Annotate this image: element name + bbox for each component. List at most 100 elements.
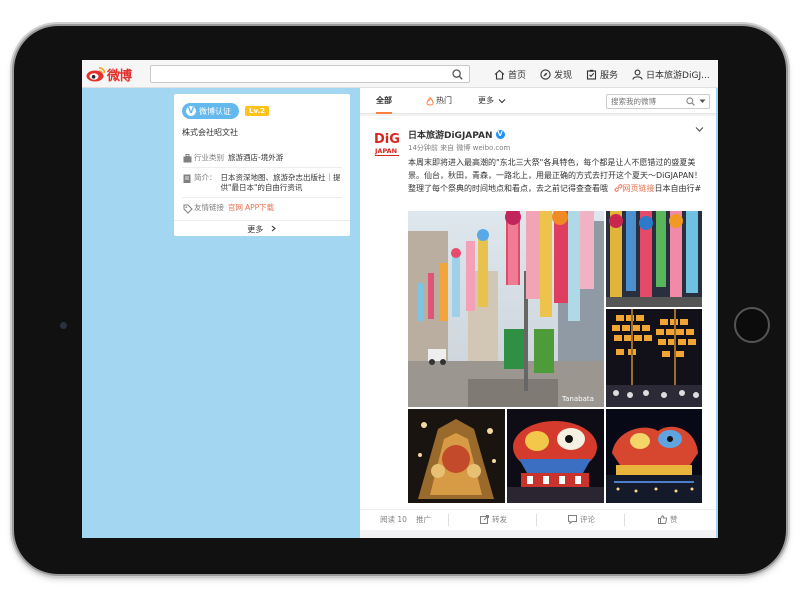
global-search xyxy=(150,65,470,83)
company-name: 株式会社昭文社 xyxy=(182,128,238,137)
top-nav-bar: 微博 首页 发现 服务 日本旅游DiGJ... xyxy=(82,60,718,88)
post-text: 本周末即将进入最高潮的"东北三大祭"各具特色，每个都是让人不愿错过的盛夏美景。仙… xyxy=(408,156,704,195)
chevron-down-icon[interactable] xyxy=(695,126,704,133)
feed-tabs: 全部 热门 更多 xyxy=(360,88,716,114)
profile-more-link[interactable]: 更多 xyxy=(174,220,350,236)
photo-caption: Tanabata xyxy=(561,395,594,403)
weibo-eye-icon xyxy=(86,67,106,82)
profile-more-label: 更多 xyxy=(247,225,264,234)
weibo-post: DiG JAPAN 日本旅游DiGJAPAN V 14分钟前 来自 微博 wei… xyxy=(360,116,716,530)
logo-text: 微博 xyxy=(107,68,132,84)
like-button[interactable]: 赞 xyxy=(658,514,678,525)
repost-label: 转发 xyxy=(492,515,507,524)
photo-fan-float[interactable] xyxy=(408,409,505,503)
post-username-text: 日本旅游DiGJAPAN xyxy=(408,131,493,141)
comment-button[interactable]: 评论 xyxy=(568,514,595,525)
post-source-prefix: 来自 xyxy=(440,144,455,152)
like-label: 赞 xyxy=(670,515,678,524)
read-count: 阅读 10 xyxy=(380,515,407,524)
home-icon xyxy=(494,69,505,80)
photo-streamers[interactable] xyxy=(606,211,702,307)
intro-value: 日本资深地图、旅游杂志出版社｜提供"最日本"的自由行资讯 xyxy=(220,173,341,192)
post-hashtag[interactable]: 日本自由行# xyxy=(655,184,702,193)
feed-column: 全部 热门 更多 搜索我的微博 DiG JAPAN 日本旅游DiGJAPAN V… xyxy=(360,88,716,538)
divider xyxy=(536,514,537,526)
verify-label: 微博认证 xyxy=(199,106,231,116)
clipboard-icon xyxy=(586,69,597,80)
tag-icon xyxy=(183,204,193,214)
verified-v-icon: V xyxy=(495,130,505,139)
comment-icon xyxy=(568,515,577,524)
nav-service-label: 服务 xyxy=(600,70,619,81)
post-action-bar: 阅读 10 推广 转发 评论 赞 xyxy=(360,509,716,530)
chevron-down-icon xyxy=(498,99,506,104)
post-meta: 14分钟前 来自 微博 weibo.com xyxy=(408,143,510,153)
verified-v-icon: V xyxy=(186,106,196,116)
level-badge[interactable]: Lv.2 xyxy=(245,106,269,116)
verify-row: V 微博认证 Lv.2 xyxy=(182,103,269,119)
photo-nebuta-night[interactable] xyxy=(606,409,702,503)
profile-info-list: 行业类别 旅游酒店-境外游 简介： 日本资深地图、旅游杂志出版社｜提供"最日本"… xyxy=(182,148,342,218)
industry-key: 行业类别 xyxy=(194,153,224,162)
repost-icon xyxy=(480,515,489,524)
avatar-text-top: DiG xyxy=(374,132,400,147)
intro-row: 简介： 日本资深地图、旅游杂志出版社｜提供"最日本"的自由行资讯 xyxy=(182,167,342,197)
flame-icon xyxy=(426,96,434,105)
divider xyxy=(624,514,625,526)
post-username[interactable]: 日本旅游DiGJAPAN V xyxy=(408,128,505,141)
industry-row: 行业类别 旅游酒店-境外游 xyxy=(182,148,342,167)
thumbs-up-icon xyxy=(658,515,667,524)
links-key: 友情链接 xyxy=(194,203,224,212)
link-icon xyxy=(614,184,622,192)
profile-info-card: V 微博认证 Lv.2 株式会社昭文社 行业类别 旅游酒店-境外游 简介： 日本… xyxy=(174,94,350,236)
tab-all[interactable]: 全部 xyxy=(376,88,392,114)
nav-user[interactable]: 日本旅游DiGJ... xyxy=(632,68,710,81)
web-link[interactable]: 网页链接 xyxy=(611,184,655,193)
promote-button[interactable]: 推广 xyxy=(416,514,431,525)
repost-button[interactable]: 转发 xyxy=(480,514,507,525)
web-link-label: 网页链接 xyxy=(622,184,655,193)
tab-hot[interactable]: 热门 xyxy=(426,88,452,114)
links-row: 友情链接 官网 APP下载 xyxy=(182,197,342,218)
divider xyxy=(448,514,449,526)
nav-home-label: 首页 xyxy=(508,70,527,81)
nav-user-label: 日本旅游DiGJ... xyxy=(646,70,710,81)
comment-label: 评论 xyxy=(580,515,595,524)
nav-discover-label: 发现 xyxy=(554,70,573,81)
app-download-link[interactable]: APP下载 xyxy=(245,203,274,213)
search-icon[interactable] xyxy=(452,69,463,80)
photo-kanto-lanterns[interactable] xyxy=(606,309,702,407)
screen: 微博 首页 发现 服务 日本旅游DiGJ... V 微博认证 Lv.2 株式会社… xyxy=(82,60,718,538)
verify-badge[interactable]: V 微博认证 xyxy=(182,103,239,119)
tab-hot-label: 热门 xyxy=(436,96,452,105)
briefcase-icon xyxy=(183,154,192,163)
chevron-right-icon xyxy=(271,225,276,232)
nav-discover[interactable]: 发现 xyxy=(540,68,572,81)
my-weibo-search-input[interactable] xyxy=(607,95,685,108)
my-weibo-search xyxy=(606,94,710,109)
camera-dot xyxy=(60,322,67,329)
tab-more-label: 更多 xyxy=(478,96,494,105)
weibo-logo[interactable]: 微博 xyxy=(86,64,132,84)
photo-tanabata-street[interactable]: Tanabata xyxy=(408,211,604,407)
post-photo-grid: Tanabata xyxy=(408,211,702,503)
global-search-input[interactable] xyxy=(151,66,447,82)
nav-home[interactable]: 首页 xyxy=(494,68,526,81)
nav-service[interactable]: 服务 xyxy=(586,68,618,81)
photo-nebuta-float[interactable] xyxy=(507,409,604,503)
tab-more[interactable]: 更多 xyxy=(478,88,506,114)
intro-key: 简介： xyxy=(194,173,217,182)
compass-icon xyxy=(540,68,551,80)
official-site-link[interactable]: 官网 xyxy=(228,203,243,213)
user-icon xyxy=(632,69,643,80)
industry-value: 旅游酒店-境外游 xyxy=(228,153,284,162)
home-button[interactable] xyxy=(734,307,770,343)
caret-down-icon[interactable] xyxy=(699,99,706,104)
post-time[interactable]: 14分钟前 xyxy=(408,144,438,152)
post-source[interactable]: 微博 weibo.com xyxy=(456,144,510,152)
main-nav: 首页 发现 服务 日本旅游DiGJ... xyxy=(494,60,710,88)
post-avatar[interactable]: DiG JAPAN xyxy=(372,128,402,160)
digjapan-logo: DiG JAPAN xyxy=(372,128,402,160)
pencil-icon xyxy=(183,174,191,183)
search-icon[interactable] xyxy=(686,97,695,106)
